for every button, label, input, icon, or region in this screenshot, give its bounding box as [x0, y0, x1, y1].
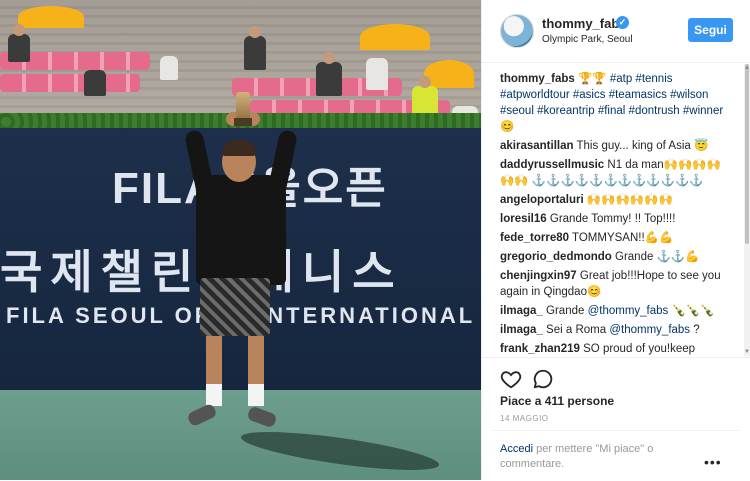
- seat-row: [0, 74, 140, 92]
- post-username[interactable]: thommy_fabs: [542, 16, 627, 31]
- heart-icon[interactable]: [500, 368, 522, 390]
- scroll-down-icon[interactable]: ▼: [744, 348, 750, 356]
- post-header: thommy_fabs ✓ Olympic Park, Seoul Segui: [482, 0, 750, 63]
- comment-text: Grande @thommy_fabs 🍾🍾🍾: [546, 305, 715, 317]
- mention-link[interactable]: @thommy_fabs: [609, 324, 690, 336]
- divider: [492, 430, 740, 431]
- umbrella: [424, 60, 474, 88]
- spectator: [8, 34, 30, 62]
- spectator: [244, 36, 266, 70]
- spectator: [412, 86, 438, 114]
- trophy-base: [234, 118, 252, 126]
- spectator: [84, 70, 106, 96]
- hashtag-link[interactable]: #winner: [683, 105, 723, 117]
- spectator: [316, 62, 342, 96]
- comment-text: SO proud of you!keep: [583, 343, 696, 355]
- avatar[interactable]: [500, 14, 534, 48]
- hashtag-link[interactable]: #teamasics: [609, 89, 667, 101]
- comment-user[interactable]: ilmaga_: [500, 324, 543, 336]
- hashtag-link[interactable]: #asics: [573, 89, 606, 101]
- list-item: akirasantillan This guy... king of Asia …: [500, 138, 734, 154]
- player-shorts: [200, 278, 270, 336]
- mention-link[interactable]: @thommy_fabs: [588, 305, 669, 317]
- hashtag-link[interactable]: #final: [598, 105, 626, 117]
- hashtag-link[interactable]: #wilson: [670, 89, 708, 101]
- post-date: 14 MAGGIO: [500, 414, 549, 423]
- list-item: ilmaga_ Grande @thommy_fabs 🍾🍾🍾: [500, 303, 734, 319]
- comment-user[interactable]: loresil16: [500, 213, 547, 225]
- list-item: daddyrussellmusic N1 da man🙌🙌🙌🙌🙌🙌 ⚓⚓⚓⚓⚓⚓…: [500, 157, 734, 189]
- comment-user[interactable]: akirasantillan: [500, 140, 574, 152]
- hashtag-link[interactable]: #atp: [610, 73, 632, 85]
- comment-user[interactable]: angeloportaluri: [500, 194, 584, 206]
- spectator: [366, 58, 388, 90]
- comment-text: This guy... king of Asia 😇: [576, 140, 709, 152]
- list-item: ilmaga_ Sei a Roma @thommy_fabs ?: [500, 322, 734, 338]
- list-item: chenjingxin97 Great job!!!Hope to see yo…: [500, 268, 734, 300]
- hashtag-link[interactable]: #seoul: [500, 105, 534, 117]
- spectator-head: [13, 24, 25, 36]
- hashtag-link[interactable]: #tennis: [635, 73, 672, 85]
- player-sock: [206, 384, 222, 406]
- umbrella: [360, 24, 430, 50]
- hashtag-link[interactable]: #dontrush: [629, 105, 680, 117]
- list-item: fede_torre80 TOMMYSAN!!💪💪: [500, 230, 734, 246]
- comment-icon[interactable]: [532, 368, 554, 390]
- likes-count[interactable]: Piace a 411 persone: [500, 394, 614, 408]
- scrollbar-thumb[interactable]: [745, 64, 749, 244]
- comment-user[interactable]: ilmaga_: [500, 305, 543, 317]
- list-item: angeloportaluri 🙌🙌🙌🙌🙌🙌: [500, 192, 734, 208]
- comment-user[interactable]: thommy_fabs: [500, 73, 575, 85]
- spectator-head: [249, 26, 261, 38]
- instagram-post: FILA서울오픈 국제챌린저테니스 FILA SEOUL OPEN INTERN…: [0, 0, 750, 480]
- comment-text: 🙌🙌🙌🙌🙌🙌: [586, 194, 673, 206]
- comment-user[interactable]: chenjingxin97: [500, 270, 577, 282]
- spectator: [160, 56, 178, 80]
- follow-button[interactable]: Segui: [688, 18, 733, 42]
- comment-text: TOMMYSAN!!💪💪: [572, 232, 674, 244]
- player-sock: [248, 384, 264, 406]
- comment-text: Sei a Roma @thommy_fabs ?: [546, 324, 700, 336]
- post-location[interactable]: Olympic Park, Seoul: [542, 34, 633, 45]
- spectator-head: [419, 76, 431, 88]
- comment-user[interactable]: frank_zhan219: [500, 343, 580, 355]
- hashtag-link[interactable]: #atpworldtour: [500, 89, 570, 101]
- player-jacket: [196, 175, 286, 285]
- post-photo[interactable]: FILA서울오픈 국제챌린저테니스 FILA SEOUL OPEN INTERN…: [0, 0, 481, 480]
- scroll-up-icon[interactable]: ▲: [744, 64, 750, 72]
- list-item: loresil16 Grande Tommy! !! Top!!!!: [500, 211, 734, 227]
- hashtag-link[interactable]: #koreantrip: [537, 105, 595, 117]
- list-item: gregorio_dedmondo Grande ⚓⚓💪: [500, 249, 734, 265]
- comment-text: Grande ⚓⚓💪: [615, 251, 700, 263]
- comment-user[interactable]: fede_torre80: [500, 232, 569, 244]
- spectator-head: [323, 52, 335, 64]
- post-actions: Piace a 411 persone 14 MAGGIO Accedi per…: [482, 357, 750, 481]
- post-side-panel: thommy_fabs ✓ Olympic Park, Seoul Segui …: [481, 0, 750, 480]
- login-prompt: Accedi per mettere "Mi piace" o commenta…: [500, 442, 710, 472]
- login-link[interactable]: Accedi: [500, 443, 533, 455]
- umbrella: [18, 6, 84, 28]
- caption: thommy_fabs 🏆🏆 #atp #tennis #atpworldtou…: [500, 71, 734, 135]
- comment-user[interactable]: gregorio_dedmondo: [500, 251, 612, 263]
- comments-list[interactable]: thommy_fabs 🏆🏆 #atp #tennis #atpworldtou…: [482, 63, 744, 357]
- comment-text: Grande Tommy! !! Top!!!!: [549, 213, 676, 225]
- comment-user[interactable]: daddyrussellmusic: [500, 159, 604, 171]
- player-hair: [222, 140, 256, 156]
- list-item: frank_zhan219 SO proud of you!keep: [500, 341, 734, 357]
- verified-badge-icon: ✓: [616, 16, 629, 29]
- more-options-icon[interactable]: •••: [704, 454, 722, 470]
